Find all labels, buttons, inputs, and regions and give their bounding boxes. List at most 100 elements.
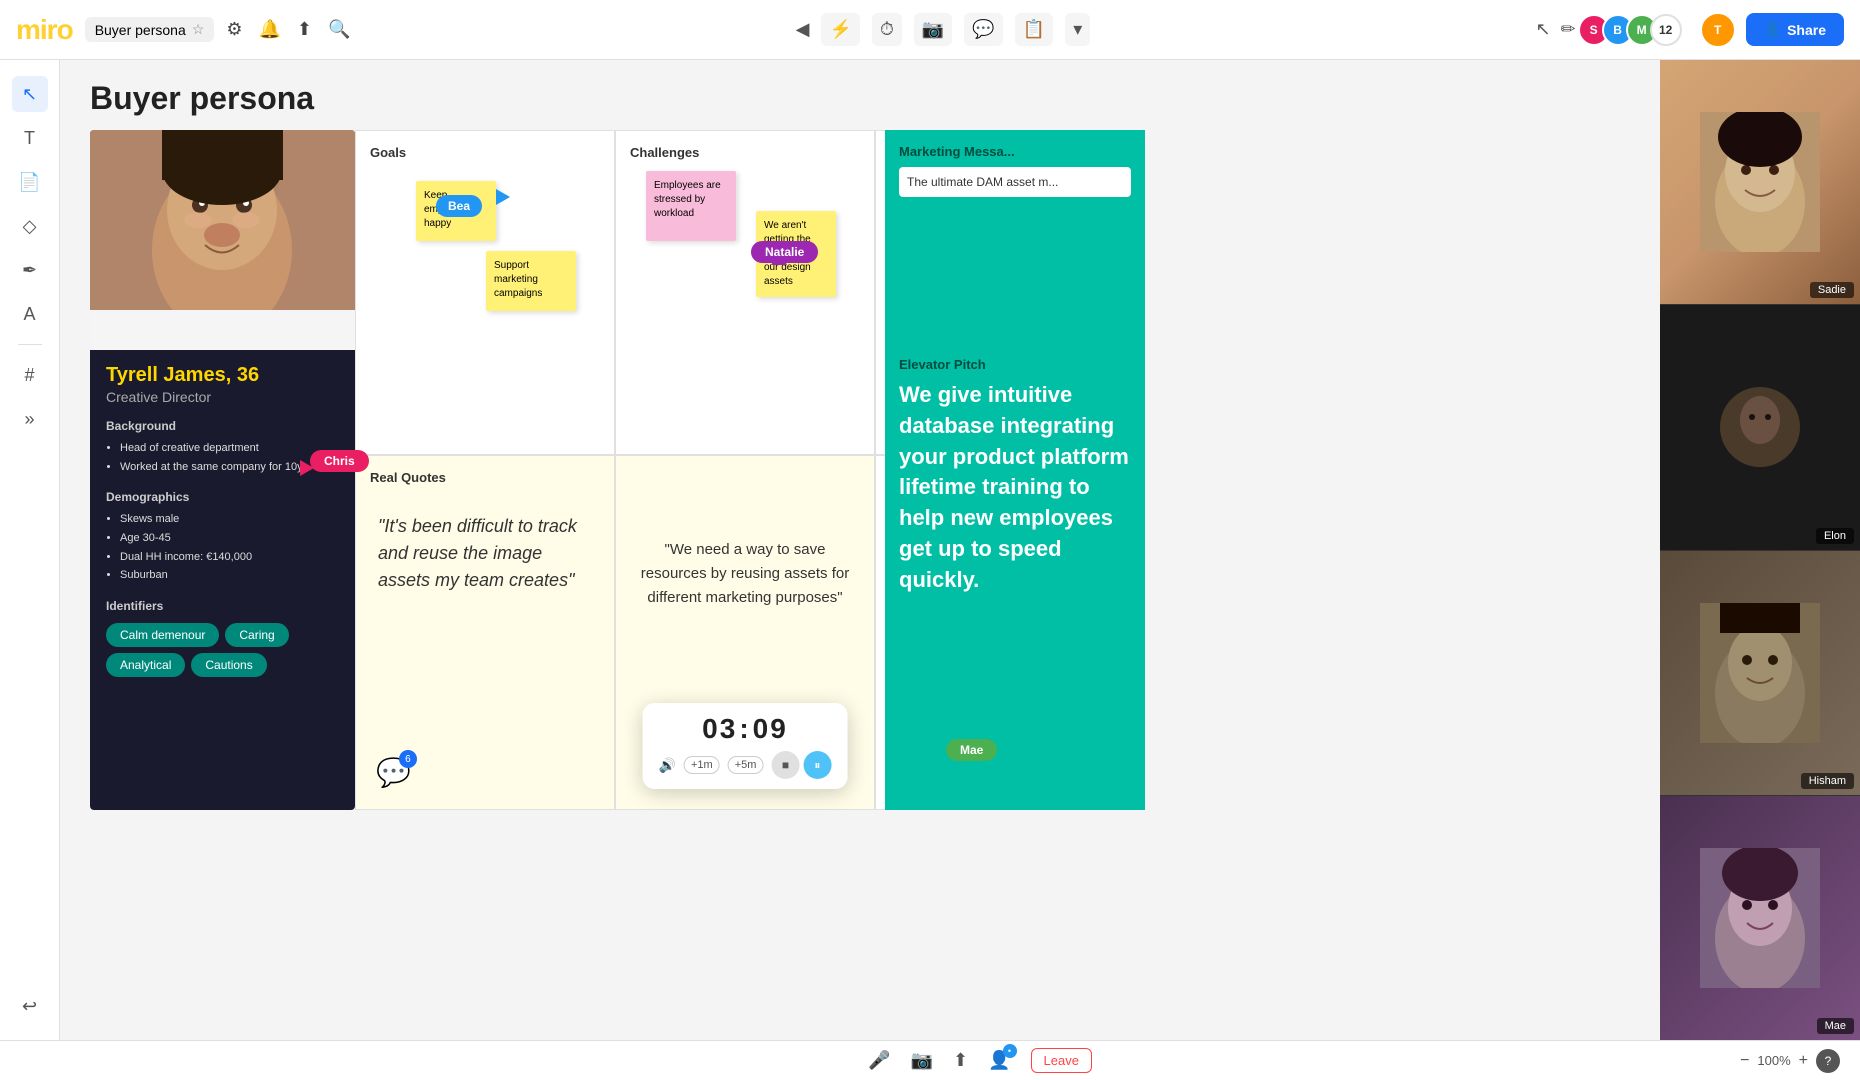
avatar-self: T <box>1700 12 1736 48</box>
persona-role: Creative Director <box>106 389 339 405</box>
board-icon[interactable]: 📋 <box>1015 13 1053 46</box>
project-title-bar[interactable]: Buyer persona ☆ <box>85 17 215 42</box>
chat-bubble-area: 💬 6 <box>376 756 411 789</box>
frame-tool[interactable]: # <box>12 357 48 393</box>
timer-playback-controls: ■ ⏸ <box>771 751 831 779</box>
demographics-list: Skews male Age 30-45 Dual HH income: €14… <box>106 510 339 585</box>
main-canvas: Buyer persona <box>60 60 1860 1040</box>
mae-cursor-label: Mae <box>946 739 997 761</box>
video-bg-sadie <box>1660 60 1860 304</box>
avatar-count[interactable]: 12 <box>1650 14 1682 46</box>
timer-stop-button[interactable]: ■ <box>771 751 799 779</box>
goals-section: Goals Keep employees happy Support marke… <box>355 130 615 455</box>
canvas-title: Buyer persona <box>90 80 314 117</box>
identifiers-title: Identifiers <box>106 599 339 613</box>
leave-button-area: 👤 • <box>988 1050 1010 1071</box>
leave-button[interactable]: Leave <box>1031 1048 1092 1073</box>
pointer-icon[interactable]: ✏ <box>1561 19 1576 40</box>
challenges-title: Challenges <box>630 145 860 160</box>
timer-icon[interactable]: ⏱ <box>872 13 902 46</box>
timer-add-5m[interactable]: +5m <box>728 756 764 774</box>
quote-2: "We need a way to save resources by reus… <box>630 530 860 618</box>
share-label: Share <box>1787 22 1826 38</box>
expand-icon[interactable]: » <box>12 401 48 437</box>
share-button[interactable]: 👤 Share <box>1746 13 1844 46</box>
goals-title: Goals <box>370 145 600 160</box>
marketing-section: Marketing Messa... The ultimate DAM asse… <box>899 144 1131 197</box>
bea-cursor-arrow <box>496 189 510 205</box>
bottombar: 🎤 📷 ⬆ 👤 • Leave − 100% + ? <box>0 1040 1860 1080</box>
arrow-left-icon[interactable]: ◀ <box>796 19 810 40</box>
timer-pause-button[interactable]: ⏸ <box>803 751 831 779</box>
video-tile-mae: Mae <box>1660 796 1860 1040</box>
microphone-icon[interactable]: 🎤 <box>868 1050 890 1071</box>
elevator-section: Elevator Pitch We give intuitive databas… <box>899 357 1131 596</box>
zoom-in-icon[interactable]: + <box>1799 1052 1808 1070</box>
quote-1: "It's been difficult to track and reuse … <box>370 505 600 602</box>
lightning-icon[interactable]: ⚡ <box>821 13 859 46</box>
cursor-tool-icon[interactable]: ↖ <box>1535 19 1550 40</box>
board-container: Tyrell James, 36 Creative Director Backg… <box>90 130 1135 810</box>
timer-sound-icon[interactable]: 🔊 <box>659 757 676 774</box>
video-panel: Sadie Elon Hisham <box>1660 60 1860 1040</box>
identifier-caring[interactable]: Caring <box>225 623 288 647</box>
settings-icon[interactable]: ⚙ <box>226 19 242 40</box>
handwriting-tool[interactable]: A <box>12 296 48 332</box>
video-bg-elon <box>1660 305 1860 549</box>
leave-badge: • <box>1003 1044 1017 1058</box>
timer-widget: 03 : 09 🔊 +1m +5m ■ ⏸ <box>643 703 848 789</box>
natalie-cursor-area: Natalie <box>771 251 838 273</box>
toolbar-separator <box>18 344 42 345</box>
left-toolbar: ↖ T 📄 ◇ ✒ A # » ↩ <box>0 60 60 1040</box>
share-icon: 👤 <box>1764 21 1781 38</box>
demographics-item-4: Suburban <box>120 566 339 585</box>
challenges-sticky-1[interactable]: Employees are stressed by workload <box>646 171 736 241</box>
video-name-hisham: Hisham <box>1801 773 1854 789</box>
video-camera-icon[interactable]: 📷 <box>911 1050 933 1071</box>
timer-add-1m[interactable]: +1m <box>684 756 720 774</box>
identifier-cautions[interactable]: Cautions <box>191 653 266 677</box>
screenshare-icon[interactable]: ⬆ <box>953 1050 968 1071</box>
demographics-title: Demographics <box>106 490 339 504</box>
timer-display-row: 03 : 09 <box>702 713 788 745</box>
help-button[interactable]: ? <box>1816 1049 1840 1073</box>
more-tools-icon[interactable]: ▾ <box>1065 13 1090 46</box>
video-bg-mae <box>1660 796 1860 1040</box>
zoom-out-icon[interactable]: − <box>1740 1052 1749 1070</box>
marketing-title: Marketing Messa... <box>899 144 1131 159</box>
background-title: Background <box>106 419 339 433</box>
bea-cursor-area: Bea <box>496 189 542 227</box>
goals-sticky-2[interactable]: Support marketing campaigns <box>486 251 576 311</box>
marketing-text: The ultimate DAM asset m... <box>899 167 1131 197</box>
star-icon[interactable]: ☆ <box>192 21 205 38</box>
video-name-sadie: Sadie <box>1810 282 1854 298</box>
select-tool[interactable]: ↖ <box>12 76 48 112</box>
real-quotes-title: Real Quotes <box>370 470 600 485</box>
marketing-elevator-panel: Marketing Messa... The ultimate DAM asse… <box>885 130 1145 810</box>
upload-icon[interactable]: ⬆ <box>297 19 312 40</box>
persona-name: Tyrell James, 36 <box>106 364 339 387</box>
chat-icon[interactable]: 💬 <box>964 13 1002 46</box>
camera-icon[interactable]: 📷 <box>914 13 952 46</box>
topbar-icons: ⚙ 🔔 ⬆ 🔍 <box>226 19 350 40</box>
real-quotes-section-2: "We need a way to save resources by reus… <box>615 455 875 810</box>
demographics-item-1: Skews male <box>120 510 339 529</box>
real-quotes-section: Real Quotes "It's been difficult to trac… <box>355 455 615 810</box>
pen-tool[interactable]: ✒ <box>12 252 48 288</box>
search-icon[interactable]: 🔍 <box>328 19 350 40</box>
identifier-calm[interactable]: Calm demenour <box>106 623 219 647</box>
identifier-analytical[interactable]: Analytical <box>106 653 185 677</box>
shape-tool[interactable]: ◇ <box>12 208 48 244</box>
chat-icon-container[interactable]: 💬 6 <box>376 756 411 789</box>
text-tool[interactable]: T <box>12 120 48 156</box>
avatar-group: S B M 12 <box>1586 14 1682 46</box>
sticky-tool[interactable]: 📄 <box>12 164 48 200</box>
persona-photo <box>90 130 355 350</box>
timer-separator: : <box>739 713 750 745</box>
undo-icon[interactable]: ↩ <box>12 988 48 1024</box>
zoom-controls: − 100% + ? <box>1740 1049 1840 1073</box>
video-name-elon: Elon <box>1816 528 1854 544</box>
bell-icon[interactable]: 🔔 <box>258 19 280 40</box>
video-bg-hisham <box>1660 551 1860 795</box>
project-title: Buyer persona <box>95 22 186 38</box>
